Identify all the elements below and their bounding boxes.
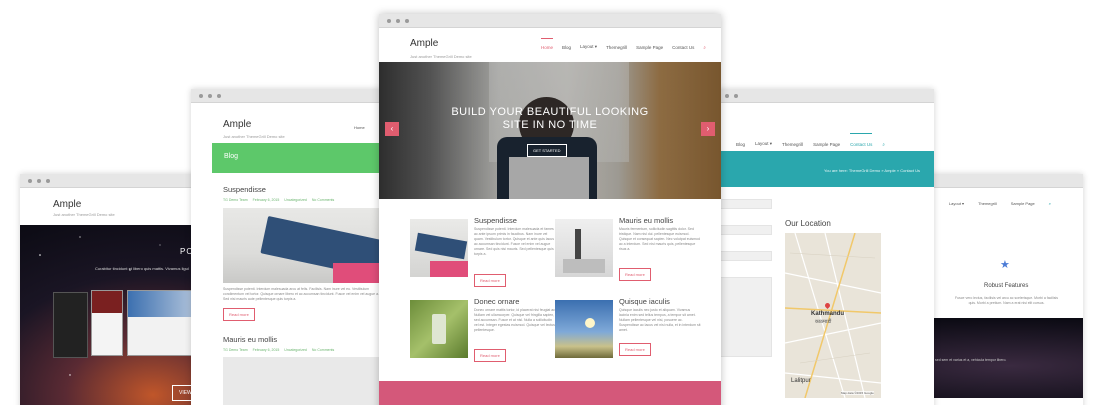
post-comments[interactable]: No Comments: [312, 348, 334, 352]
post-title[interactable]: Donec ornare: [474, 297, 519, 306]
post-author[interactable]: TG Demo Team: [223, 198, 248, 202]
nav-contact-us[interactable]: Contact Us: [850, 132, 873, 147]
site-header: Ample Just another ThemeGrill Demo site …: [191, 103, 391, 143]
footer-band: [379, 381, 721, 405]
hero-title-line2: SITE IN NO TIME: [502, 119, 598, 131]
nav-blog[interactable]: Blog: [736, 142, 745, 147]
location-map[interactable]: Kathmandu काठमाडौं Lalitpur Map data ©20…: [785, 233, 881, 398]
nav-themegrill[interactable]: Themegrill: [606, 45, 627, 50]
window-chrome: [379, 14, 721, 28]
map-south-label: Lalitpur: [791, 378, 811, 384]
get-started-button[interactable]: GET STARTED: [527, 144, 567, 157]
nav-themegrill[interactable]: Themegrill: [782, 142, 803, 147]
post-title[interactable]: Suspendisse: [223, 185, 391, 194]
feature-title: Robust Features: [984, 283, 1029, 289]
contact-form: [720, 199, 772, 357]
feature-text: Fusce vero lectus, facilisis vel arcu ac…: [954, 296, 1059, 305]
device-screenshots: [53, 290, 213, 358]
post-image-notebook[interactable]: [223, 208, 391, 283]
search-icon[interactable]: ⌕: [882, 142, 885, 147]
post-category[interactable]: Uncategorized: [284, 198, 307, 202]
star-icon: ★: [1000, 259, 1010, 271]
posts-grid: Suspendisse Suspendisse potenti. Interdu…: [379, 199, 721, 381]
showcase-stage: Ample Just another ThemeGrill Demo site …: [0, 0, 1100, 405]
post-date[interactable]: February 6, 2015: [253, 198, 280, 202]
post-category[interactable]: Uncategorized: [284, 348, 307, 352]
post-image-sky-grass[interactable]: [555, 300, 613, 358]
post-image-lamp[interactable]: [555, 219, 613, 277]
post-image-notebook[interactable]: [410, 219, 468, 277]
post-excerpt: Donec ornare mattis tortor, id placerat …: [474, 308, 556, 332]
nav-layout[interactable]: Layout ▾: [949, 201, 964, 206]
nav-home[interactable]: Home: [541, 37, 554, 50]
read-more-button[interactable]: Read more: [474, 274, 506, 287]
search-icon[interactable]: ⌕: [1049, 201, 1051, 206]
hero-slider: BUILD YOUR BEAUTIFUL LOOKING SITE IN NO …: [379, 62, 721, 199]
read-more-button[interactable]: Read more: [223, 308, 255, 321]
site-logo[interactable]: Ample: [410, 38, 438, 49]
map-credit: Map data ©2015 Google: [841, 391, 874, 395]
message-field[interactable]: [720, 277, 772, 357]
site-tagline: Just another ThemeGrill Demo site: [410, 54, 472, 59]
hero-subtext: Curabitur tincidunt et libero quis matti…: [95, 266, 189, 271]
read-more-button[interactable]: Read more: [619, 343, 651, 356]
window-chrome: [191, 89, 391, 103]
read-more-button[interactable]: Read more: [474, 349, 506, 362]
post-comments[interactable]: No Comments: [312, 198, 334, 202]
contact-body: Our Location Kathmandu काठमाडौं Lalitpur…: [708, 187, 934, 405]
search-icon[interactable]: ⌕: [703, 45, 706, 50]
breadcrumb: You are here: ThemeGrill Demo » Ample » …: [708, 151, 934, 187]
subject-field[interactable]: [720, 251, 772, 261]
blog-banner: Blog: [212, 143, 391, 173]
nav-home[interactable]: Home: [354, 125, 365, 130]
name-field[interactable]: [720, 199, 772, 209]
post-title[interactable]: Mauris eu mollis: [223, 335, 391, 344]
blog-window: Ample Just another ThemeGrill Demo site …: [191, 89, 391, 405]
site-logo[interactable]: Ample: [223, 119, 251, 130]
site-tagline: Just another ThemeGrill Demo site: [223, 134, 285, 139]
blog-posts: Suspendisse TG Demo Team February 6, 201…: [191, 173, 391, 405]
device-phone-mock: [53, 292, 88, 358]
post-title[interactable]: Quisque iaculis: [619, 297, 670, 306]
post-date[interactable]: February 6, 2015: [253, 348, 280, 352]
slider-prev-icon[interactable]: ‹: [385, 122, 399, 136]
email-field[interactable]: [720, 225, 772, 235]
nav-sample-page[interactable]: Sample Page: [813, 142, 840, 147]
map-city-label: Kathmandu: [811, 311, 844, 317]
post-image-lamp[interactable]: [223, 357, 391, 405]
post-excerpt: Suspendisse potenti. Interdum malesuada …: [474, 227, 554, 256]
nav-blog[interactable]: Blog: [562, 45, 571, 50]
slider-next-icon[interactable]: ›: [701, 122, 715, 136]
nav-layout[interactable]: Layout ▾: [755, 141, 772, 147]
nav-themegrill[interactable]: Themegrill: [978, 201, 997, 206]
post-author[interactable]: TG Demo Team: [223, 348, 248, 352]
device-tablet-mock: [91, 290, 123, 356]
nav-layout[interactable]: Layout ▾: [580, 44, 597, 50]
post-title[interactable]: Mauris eu mollis: [619, 216, 673, 225]
map-city-local-label: काठमाडौं: [815, 319, 832, 325]
footer-text: sed sem et varius et a, vehicula tempor …: [935, 358, 1007, 362]
site-nav: Blog Layout ▾ Themegrill Sample Page Con…: [708, 103, 934, 151]
contact-window: Blog Layout ▾ Themegrill Sample Page Con…: [708, 89, 934, 405]
center-window: Ample Just another ThemeGrill Demo site …: [379, 14, 721, 405]
post-excerpt: Mauris fermentum, sollicitudin sagittis …: [619, 227, 700, 251]
post-excerpt: Suspendisse potenti. Interdum malesuada …: [223, 287, 380, 301]
location-title: Our Location: [785, 219, 831, 228]
post-excerpt: Quisque iaculis nec justo et aliquam. Vi…: [619, 308, 701, 332]
nav-sample-page[interactable]: Sample Page: [636, 45, 663, 50]
site-header: Ample Just another ThemeGrill Demo site …: [379, 28, 721, 62]
window-chrome: [708, 89, 934, 103]
nav-contact-us[interactable]: Contact Us: [672, 45, 694, 50]
post-image-phone-grass[interactable]: [410, 300, 468, 358]
read-more-button[interactable]: Read more: [619, 268, 651, 281]
hero-title: BUILD YOUR BEAUTIFUL LOOKING SITE IN NO …: [379, 106, 721, 132]
nav-sample-page[interactable]: Sample Page: [1011, 201, 1035, 206]
post-title[interactable]: Suspendisse: [474, 216, 517, 225]
hero-title-line1: BUILD YOUR BEAUTIFUL LOOKING: [451, 106, 649, 118]
